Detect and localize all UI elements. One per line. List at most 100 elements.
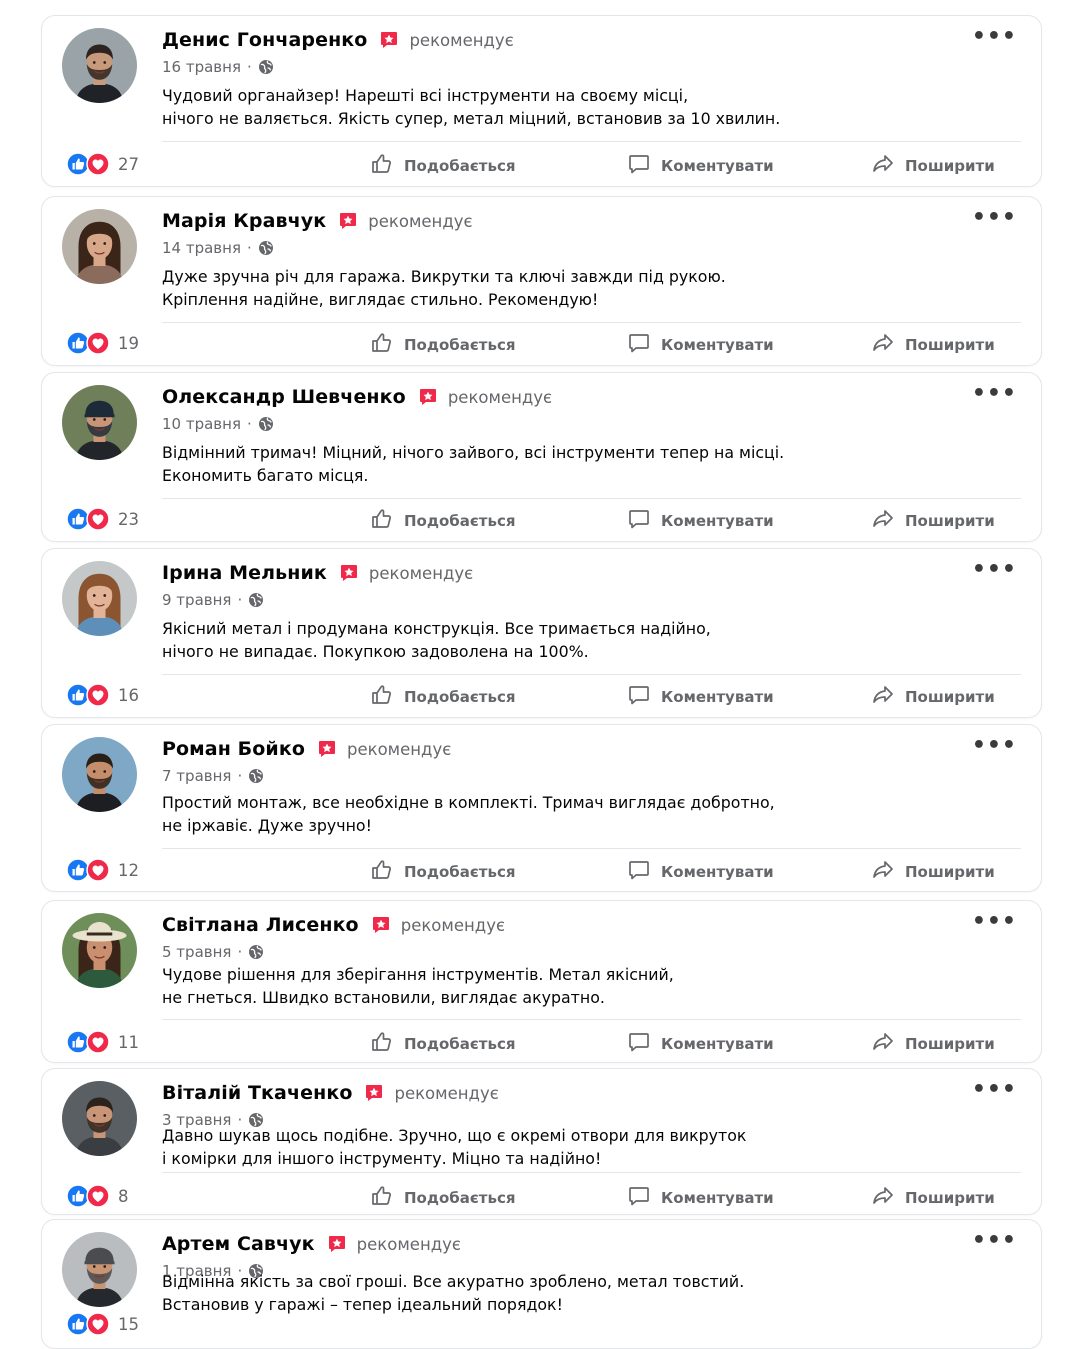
- reactions-summary[interactable]: 23: [66, 507, 139, 531]
- recommend-icon: [418, 387, 438, 407]
- author-name[interactable]: Денис Гончаренко: [162, 29, 367, 51]
- avatar[interactable]: [62, 1232, 137, 1307]
- post-header: Ірина Мельник рекомендує: [162, 562, 473, 584]
- more-options-icon[interactable]: •••: [972, 559, 1017, 581]
- like-button[interactable]: Подобається: [370, 683, 515, 711]
- comment-icon: [627, 1030, 661, 1058]
- author-name[interactable]: Артем Савчук: [162, 1233, 315, 1255]
- like-button[interactable]: Подобається: [370, 1184, 515, 1212]
- author-name[interactable]: Олександр Шевченко: [162, 386, 406, 408]
- more-options-icon[interactable]: •••: [972, 1079, 1017, 1101]
- recommends-label: рекомендує: [368, 211, 473, 231]
- more-options-icon[interactable]: •••: [972, 735, 1017, 757]
- avatar[interactable]: [62, 1081, 137, 1156]
- post-meta: 14 травня ·: [162, 239, 274, 257]
- like-button[interactable]: Подобається: [370, 331, 515, 359]
- divider: [162, 322, 1021, 323]
- thumbs-up-icon: [370, 683, 404, 711]
- like-label: Подобається: [404, 336, 516, 354]
- like-button[interactable]: Подобається: [370, 507, 515, 535]
- post-date[interactable]: 14 травня: [162, 239, 241, 257]
- recommends-label: рекомендує: [368, 563, 474, 583]
- review-text-line: не іржавіє. Дуже зручно!: [162, 816, 372, 835]
- comment-button[interactable]: Коментувати: [627, 1184, 774, 1212]
- reactions-summary[interactable]: 19: [66, 331, 139, 355]
- post-date[interactable]: 16 травня: [162, 58, 241, 76]
- review-card: Ірина Мельник рекомендує 9 травня · ••• Якісн…: [41, 548, 1042, 718]
- comment-button[interactable]: Коментувати: [627, 1030, 774, 1058]
- reaction-count: 19: [118, 333, 139, 353]
- globe-icon: [248, 592, 264, 608]
- avatar[interactable]: [62, 385, 137, 460]
- review-text-line: і комірки для іншого інструменту. Міцно …: [162, 1149, 602, 1168]
- review-text-line: Чудовий органайзер! Нарешті всі інструме…: [162, 86, 689, 105]
- post-date[interactable]: 7 травня: [162, 767, 231, 785]
- post-meta: 16 травня ·: [162, 58, 274, 76]
- comment-button[interactable]: Коментувати: [627, 507, 774, 535]
- comment-icon: [627, 858, 661, 886]
- reactions-summary[interactable]: 15: [66, 1312, 139, 1336]
- avatar[interactable]: [62, 913, 137, 988]
- review-card: Світлана Лисенко рекомендує 5 травня · ••• Чу…: [41, 900, 1042, 1063]
- comment-button[interactable]: Коментувати: [627, 858, 774, 886]
- share-button[interactable]: Поширити: [871, 152, 995, 180]
- reactions-summary[interactable]: 12: [66, 858, 139, 882]
- author-name[interactable]: Віталій Ткаченко: [162, 1082, 352, 1104]
- like-button[interactable]: Подобається: [370, 152, 515, 180]
- avatar[interactable]: [62, 28, 137, 103]
- share-button[interactable]: Поширити: [871, 1030, 995, 1058]
- review-text-line: Кріплення надійне, виглядає стильно. Рек…: [162, 290, 599, 309]
- meta-separator: ·: [246, 58, 252, 76]
- share-label: Поширити: [905, 1189, 995, 1207]
- like-button[interactable]: Подобається: [370, 858, 515, 886]
- reactions-summary[interactable]: 27: [66, 152, 139, 176]
- share-icon: [871, 858, 905, 886]
- comment-button[interactable]: Коментувати: [627, 152, 774, 180]
- share-label: Поширити: [905, 863, 995, 881]
- post-header: Артем Савчук рекомендує: [162, 1233, 461, 1255]
- author-name[interactable]: Ірина Мельник: [162, 562, 327, 584]
- share-button[interactable]: Поширити: [871, 1184, 995, 1212]
- comment-button[interactable]: Коментувати: [627, 331, 774, 359]
- thumbs-up-icon: [370, 1030, 404, 1058]
- recommend-icon: [371, 915, 391, 935]
- more-options-icon[interactable]: •••: [972, 383, 1017, 405]
- reactions-summary[interactable]: 16: [66, 683, 139, 707]
- more-options-icon[interactable]: •••: [972, 911, 1017, 933]
- post-meta: 9 травня ·: [162, 591, 264, 609]
- globe-icon: [248, 944, 264, 960]
- reactions-summary[interactable]: 8: [66, 1184, 129, 1208]
- share-button[interactable]: Поширити: [871, 331, 995, 359]
- globe-icon: [258, 59, 274, 75]
- more-options-icon[interactable]: •••: [972, 1230, 1017, 1252]
- more-options-icon[interactable]: •••: [972, 26, 1017, 48]
- author-name[interactable]: Роман Бойко: [162, 738, 305, 760]
- post-date[interactable]: 5 травня: [162, 943, 231, 961]
- avatar[interactable]: [62, 561, 137, 636]
- share-button[interactable]: Поширити: [871, 507, 995, 535]
- post-header: Віталій Ткаченко рекомендує: [162, 1082, 499, 1104]
- share-button[interactable]: Поширити: [871, 858, 995, 886]
- post-header: Світлана Лисенко рекомендує: [162, 914, 505, 936]
- author-name[interactable]: Марія Кравчук: [162, 210, 326, 232]
- avatar[interactable]: [62, 209, 137, 284]
- post-date[interactable]: 9 травня: [162, 591, 231, 609]
- comment-icon: [627, 507, 661, 535]
- comment-label: Коментувати: [661, 1189, 774, 1207]
- author-name[interactable]: Світлана Лисенко: [162, 914, 359, 936]
- share-button[interactable]: Поширити: [871, 683, 995, 711]
- like-button[interactable]: Подобається: [370, 1030, 515, 1058]
- more-options-icon[interactable]: •••: [972, 207, 1017, 229]
- review-text: Відмінний тримач! Міцний, нічого зайвого…: [162, 441, 784, 487]
- post-meta: 7 травня ·: [162, 767, 264, 785]
- like-label: Подобається: [404, 688, 516, 706]
- divider: [162, 1019, 1021, 1020]
- like-label: Подобається: [404, 512, 516, 530]
- divider: [162, 674, 1021, 675]
- recommends-label: рекомендує: [394, 1083, 499, 1103]
- avatar[interactable]: [62, 737, 137, 812]
- post-date[interactable]: 10 травня: [162, 415, 241, 433]
- reactions-summary[interactable]: 11: [66, 1030, 139, 1054]
- comment-button[interactable]: Коментувати: [627, 683, 774, 711]
- comment-label: Коментувати: [661, 688, 774, 706]
